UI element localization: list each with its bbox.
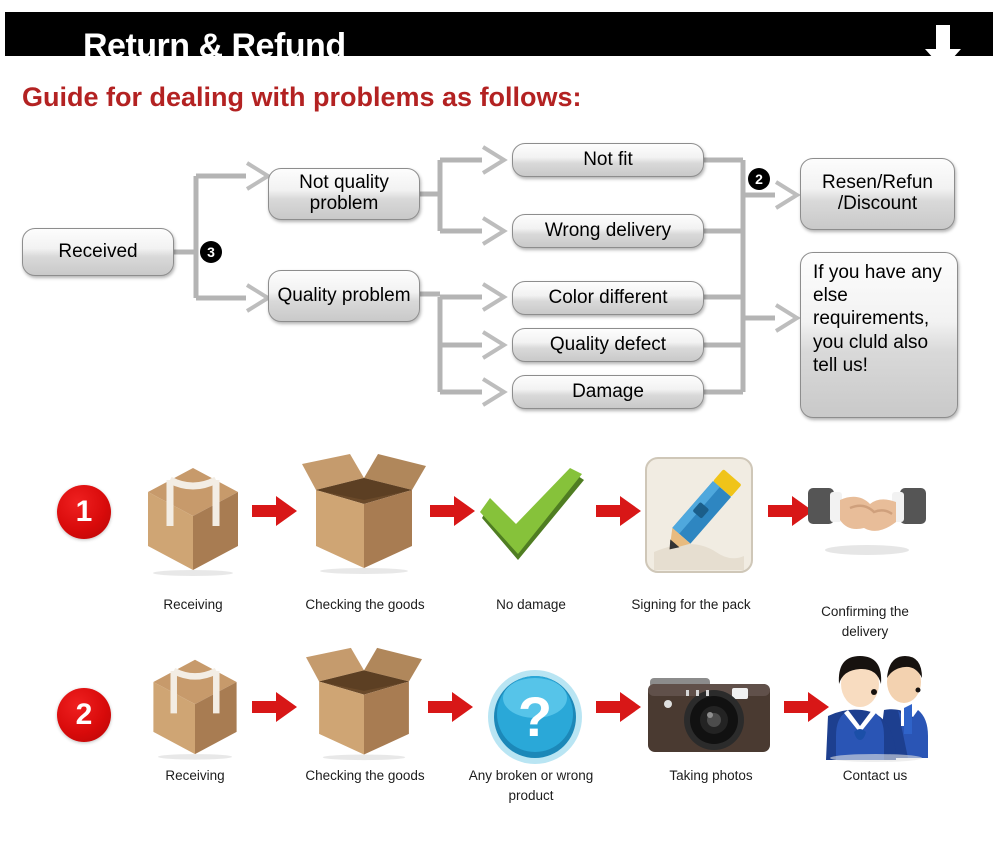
- svg-text:?: ?: [518, 685, 552, 748]
- pencil-sign-icon: [645, 457, 753, 573]
- flow-box-label: Color different: [548, 286, 668, 308]
- step-label: Receiving: [165, 768, 225, 783]
- step-label: Any broken or wrong product: [468, 768, 594, 803]
- step-label: No damage: [496, 597, 566, 612]
- process-rows: 1 Receiving Checking the goods No damage…: [0, 430, 1000, 841]
- flow-box-received[interactable]: Received: [22, 228, 174, 276]
- red-arrow-icon: [252, 496, 297, 526]
- flow-box-quality-defect[interactable]: Quality defect: [512, 328, 704, 362]
- flow-box-label: Not quality problem: [299, 172, 389, 214]
- step-label: Checking the goods: [305, 768, 425, 783]
- flow-badge-label: 3: [207, 244, 215, 260]
- camera-icon: [648, 678, 770, 752]
- row-2-number-badge: 2: [57, 688, 111, 742]
- flow-box-wrong-delivery[interactable]: Wrong delivery: [512, 214, 704, 248]
- red-arrow-icon: [430, 496, 475, 526]
- red-arrow-icon: [596, 496, 641, 526]
- red-arrow-icon: [428, 692, 473, 722]
- step-label: Checking the goods: [305, 597, 425, 612]
- row-number-label: 1: [75, 495, 93, 528]
- question-mark-icon: ?: [488, 670, 582, 764]
- flow-box-not-fit[interactable]: Not fit: [512, 143, 704, 177]
- problem-flowchart: Received Not quality problem Quality pro…: [0, 0, 1000, 430]
- flow-box-not-quality-problem[interactable]: Not quality problem: [268, 168, 420, 220]
- return-refund-infographic: Return & Refund Guide for dealing with p…: [0, 0, 1000, 841]
- closed-box-icon: [153, 659, 237, 760]
- flow-box-label: Quality problem: [277, 284, 411, 306]
- flow-box-label: If you have any else requirements, you c…: [813, 262, 942, 376]
- support-agents-icon: [826, 656, 928, 762]
- open-box-icon: [302, 454, 426, 574]
- flow-box-color-different[interactable]: Color different: [512, 281, 704, 315]
- flow-badge-label: 2: [755, 171, 763, 187]
- closed-box-icon: [148, 468, 238, 576]
- green-check-icon: [480, 468, 584, 560]
- flow-badge-3: 3: [200, 241, 222, 263]
- step-label: Confirming the delivery: [821, 604, 909, 639]
- open-box-icon: [306, 647, 422, 761]
- flow-box-extra-requirements-note[interactable]: If you have any else requirements, you c…: [800, 252, 958, 418]
- flow-box-label: Received: [58, 240, 138, 262]
- red-arrow-icon: [596, 692, 641, 722]
- flow-box-label: Quality defect: [549, 333, 667, 355]
- step-label: Contact us: [842, 768, 908, 783]
- step-label: Signing for the pack: [631, 597, 751, 612]
- flow-box-label: Wrong delivery: [544, 219, 672, 241]
- flow-box-resend-refund-discount[interactable]: Resen/Refun /Discount: [800, 158, 955, 230]
- row-1-number-badge: 1: [57, 485, 111, 539]
- step-label: Receiving: [163, 597, 223, 612]
- flow-badge-2: 2: [748, 168, 770, 190]
- red-arrow-icon: [252, 692, 297, 722]
- handshake-icon: [808, 488, 926, 555]
- flow-box-label: Not fit: [583, 148, 633, 170]
- step-label: Taking photos: [669, 768, 753, 783]
- flow-box-quality-problem[interactable]: Quality problem: [268, 270, 420, 322]
- flow-box-damage[interactable]: Damage: [512, 375, 704, 409]
- row-number-label: 2: [75, 698, 93, 731]
- flow-box-label: Resen/Refun /Discount: [822, 172, 933, 214]
- flow-box-label: Damage: [572, 380, 644, 402]
